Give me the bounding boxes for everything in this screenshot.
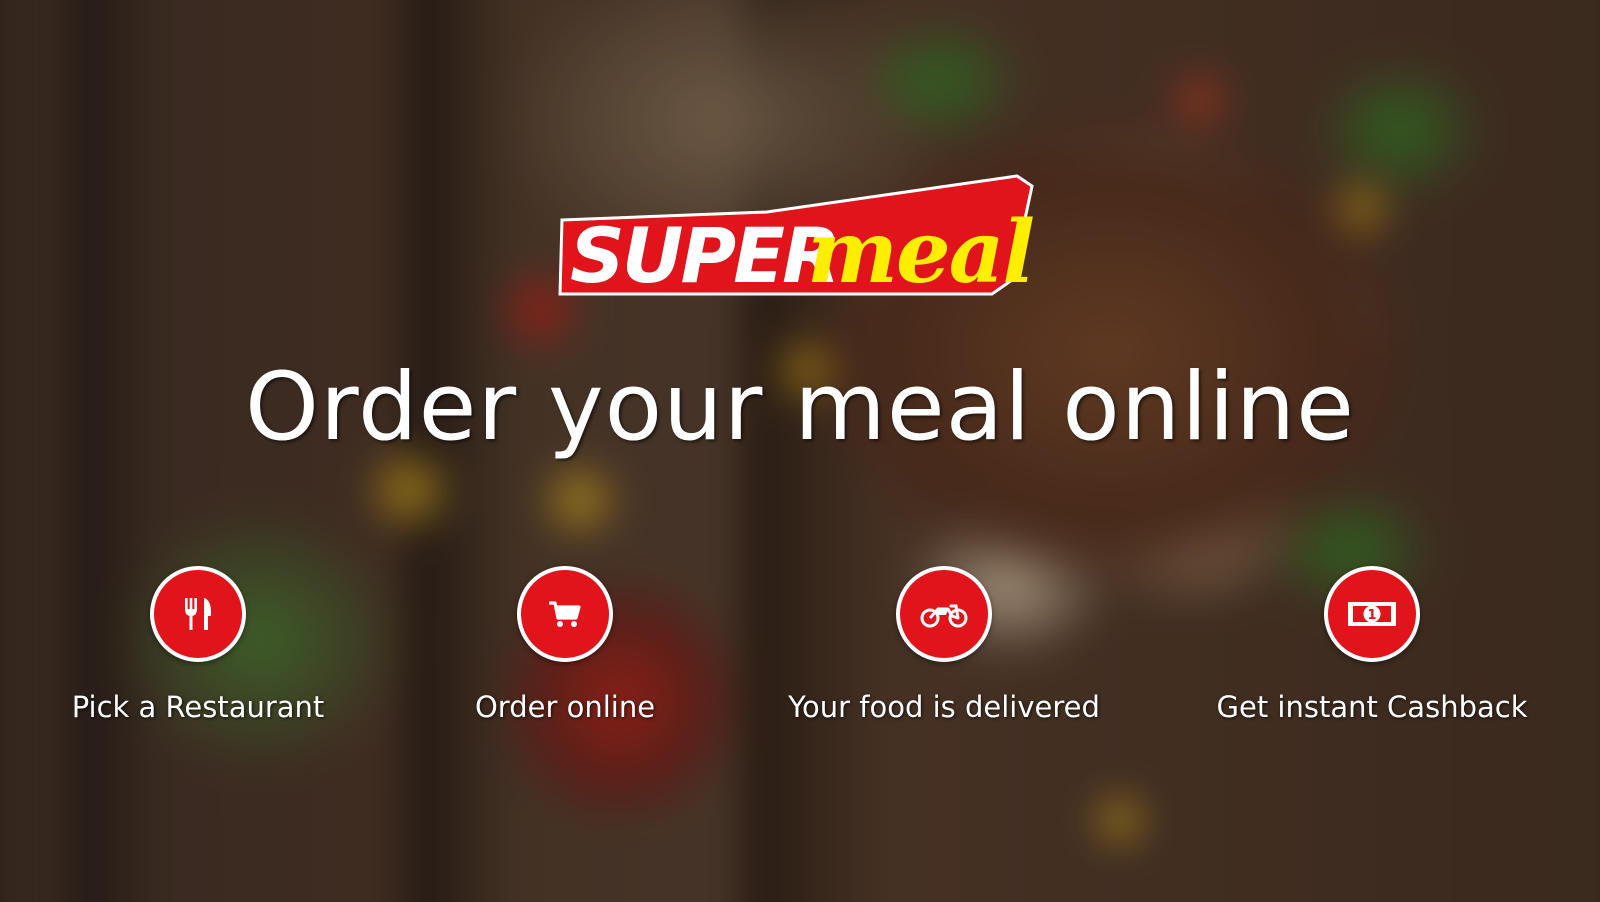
step-label: Order online: [474, 690, 656, 724]
cash-icon-button[interactable]: 1: [1324, 566, 1420, 662]
hero-section: SUPER meal Order your meal online Pick a…: [0, 0, 1600, 902]
motorbike-icon: [920, 604, 968, 628]
cash-icon: 1: [1348, 602, 1396, 626]
logo-word-meal: meal: [807, 202, 1033, 302]
how-it-works-steps: Pick a Restaurant Order online Your food…: [0, 566, 1600, 746]
supermeal-logo[interactable]: SUPER meal: [552, 172, 1052, 302]
cash-symbol: 1: [1367, 608, 1376, 623]
step-pick-restaurant: Pick a Restaurant: [8, 566, 388, 725]
shopping-cart-icon: [549, 601, 581, 627]
step-food-delivered: Your food is delivered: [754, 566, 1134, 725]
step-order-online: Order online: [375, 566, 755, 725]
shopping-cart-icon-button[interactable]: [517, 566, 613, 662]
motorbike-icon-button[interactable]: [896, 566, 992, 662]
hero-content: SUPER meal Order your meal online Pick a…: [0, 0, 1600, 902]
cutlery-icon-button[interactable]: [150, 566, 246, 662]
logo-graphic: SUPER meal: [558, 174, 1035, 302]
step-label: Get instant Cashback: [1216, 690, 1528, 724]
logo-word-super: SUPER: [570, 211, 838, 300]
step-instant-cashback: 1 Get instant Cashback: [1182, 566, 1562, 725]
step-label: Pick a Restaurant: [71, 690, 325, 724]
step-label: Your food is delivered: [788, 690, 1100, 724]
cutlery-icon: [185, 598, 211, 630]
page-title: Order your meal online: [245, 353, 1355, 462]
